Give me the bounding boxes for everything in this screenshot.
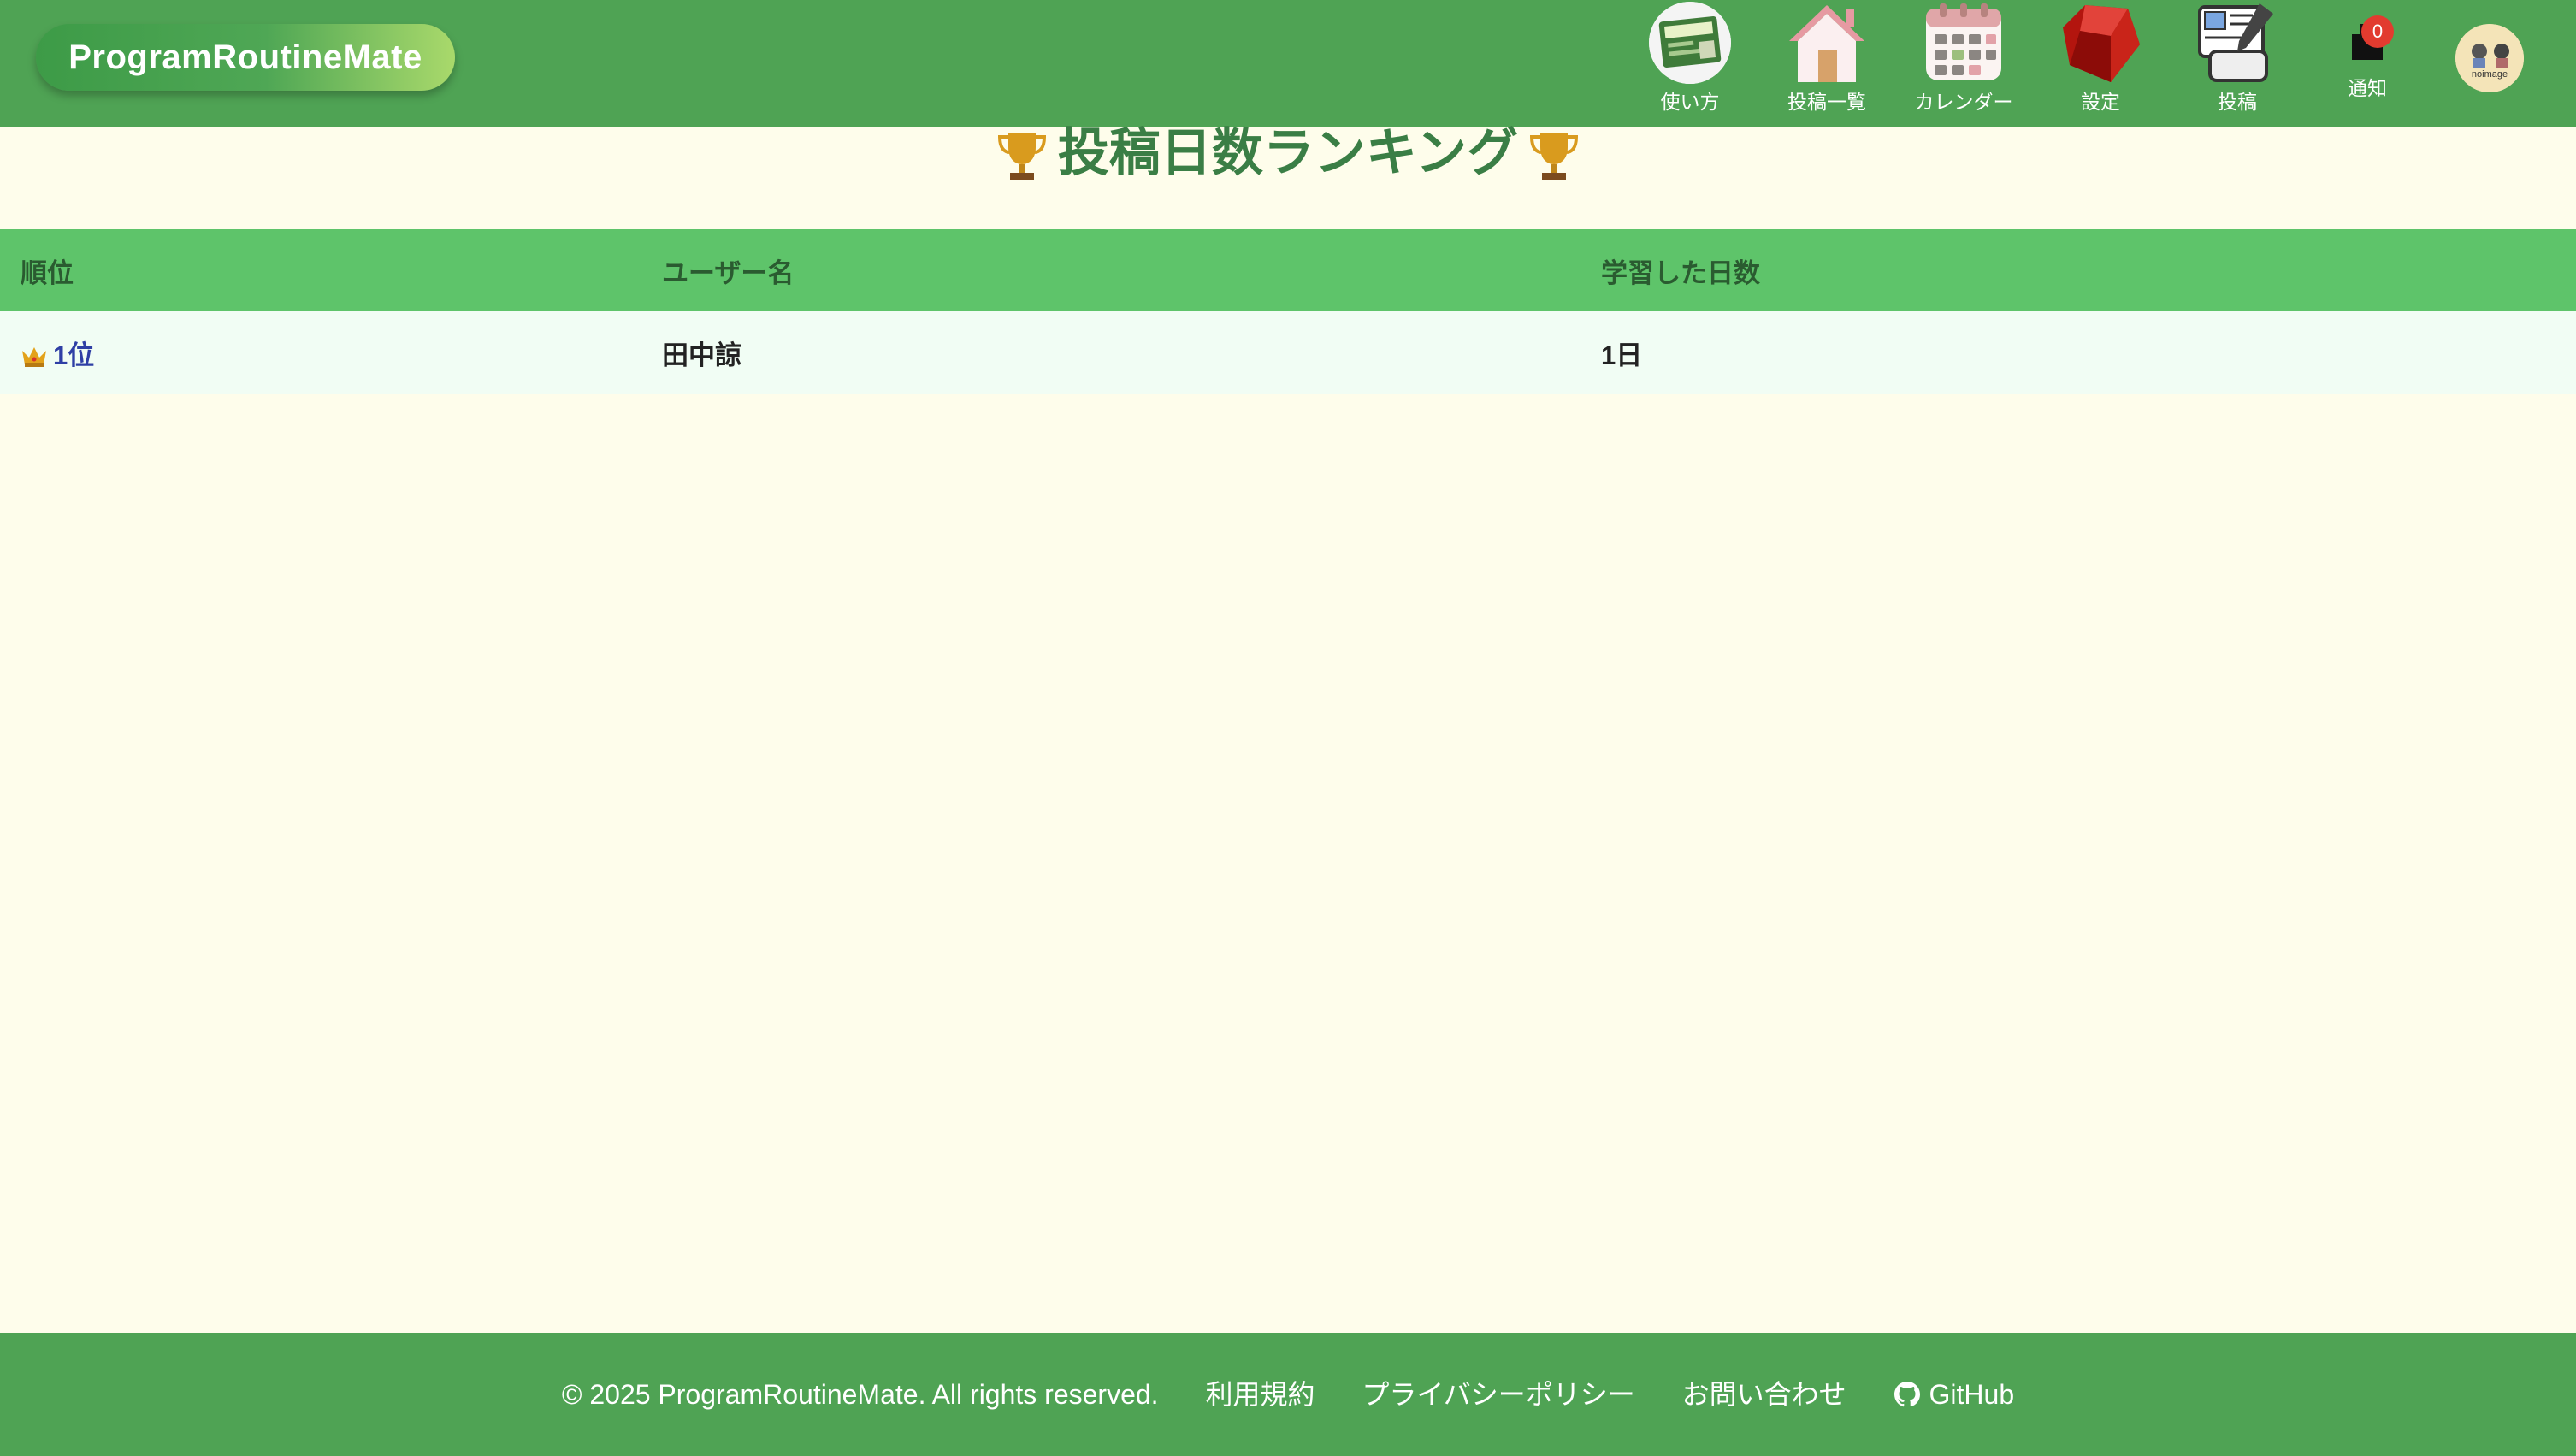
- column-header-username: ユーザー名: [641, 229, 1580, 311]
- footer-link-terms[interactable]: 利用規約: [1205, 1379, 1315, 1410]
- rank-cell: 1位: [0, 311, 641, 394]
- page-title-area: 投稿日数ランキング: [0, 124, 2576, 186]
- nav-item-new-post[interactable]: 投稿: [2169, 0, 2306, 127]
- nav-label-calendar: カレンダー: [1914, 91, 2013, 113]
- nav-item-guide[interactable]: 使い方: [1622, 0, 1758, 127]
- nav-item-posts[interactable]: 投稿一覧: [1758, 0, 1895, 127]
- username-cell: 田中諒: [641, 311, 1580, 394]
- trophy-icon: [1530, 133, 1579, 181]
- footer-link-privacy[interactable]: プライバシーポリシー: [1362, 1379, 1634, 1410]
- trophy-icon: [997, 133, 1046, 181]
- page-title: 投稿日数ランキング: [986, 123, 1590, 183]
- nav-item-settings[interactable]: 設定: [2032, 0, 2169, 127]
- edit-post-icon: [2196, 2, 2278, 84]
- calendar-icon: [1923, 2, 2005, 84]
- table-header-row: 順位 ユーザー名 学習した日数: [0, 229, 2576, 311]
- guide-book-icon: [1649, 2, 1731, 84]
- nav-label-posts: 投稿一覧: [1787, 91, 1866, 113]
- top-navbar: ProgramRoutineMate 使い方 投稿一覧 カレンダー 設定 投稿 …: [0, 0, 2576, 127]
- days-cell: 1日: [1580, 311, 2576, 394]
- page-title-text: 投稿日数ランキング: [1057, 124, 1519, 181]
- rank-text: 1位: [53, 340, 95, 370]
- github-icon: [1894, 1382, 1920, 1407]
- crown-icon: [22, 346, 46, 367]
- nav-label-settings: 設定: [2081, 91, 2120, 113]
- nav-item-calendar[interactable]: カレンダー: [1895, 0, 2032, 127]
- app-logo[interactable]: ProgramRoutineMate: [36, 24, 455, 91]
- ranking-table: 順位 ユーザー名 学習した日数 1位 田中諒 1日: [0, 229, 2576, 394]
- column-header-rank: 順位: [0, 229, 641, 311]
- nav-label-guide: 使い方: [1660, 91, 1720, 113]
- column-header-days: 学習した日数: [1580, 229, 2576, 311]
- user-avatar[interactable]: noimage: [2455, 24, 2524, 92]
- nav-label-notifications: 通知: [2348, 77, 2387, 99]
- ruby-gem-icon: [2059, 2, 2142, 84]
- copyright-text: © 2025 ProgramRoutineMate. All rights re…: [561, 1379, 1159, 1410]
- notification-count-badge: 0: [2361, 15, 2394, 48]
- footer-link-github-label: GitHub: [1929, 1379, 2015, 1410]
- footer: © 2025 ProgramRoutineMate. All rights re…: [0, 1333, 2576, 1456]
- avatar-text: noimage: [2472, 69, 2508, 80]
- home-icon: [1786, 2, 1868, 84]
- table-row: 1位 田中諒 1日: [0, 311, 2576, 394]
- footer-link-contact[interactable]: お問い合わせ: [1682, 1379, 1846, 1410]
- footer-link-github[interactable]: GitHub: [1894, 1379, 2015, 1410]
- nav-label-new-post: 投稿: [2218, 91, 2257, 113]
